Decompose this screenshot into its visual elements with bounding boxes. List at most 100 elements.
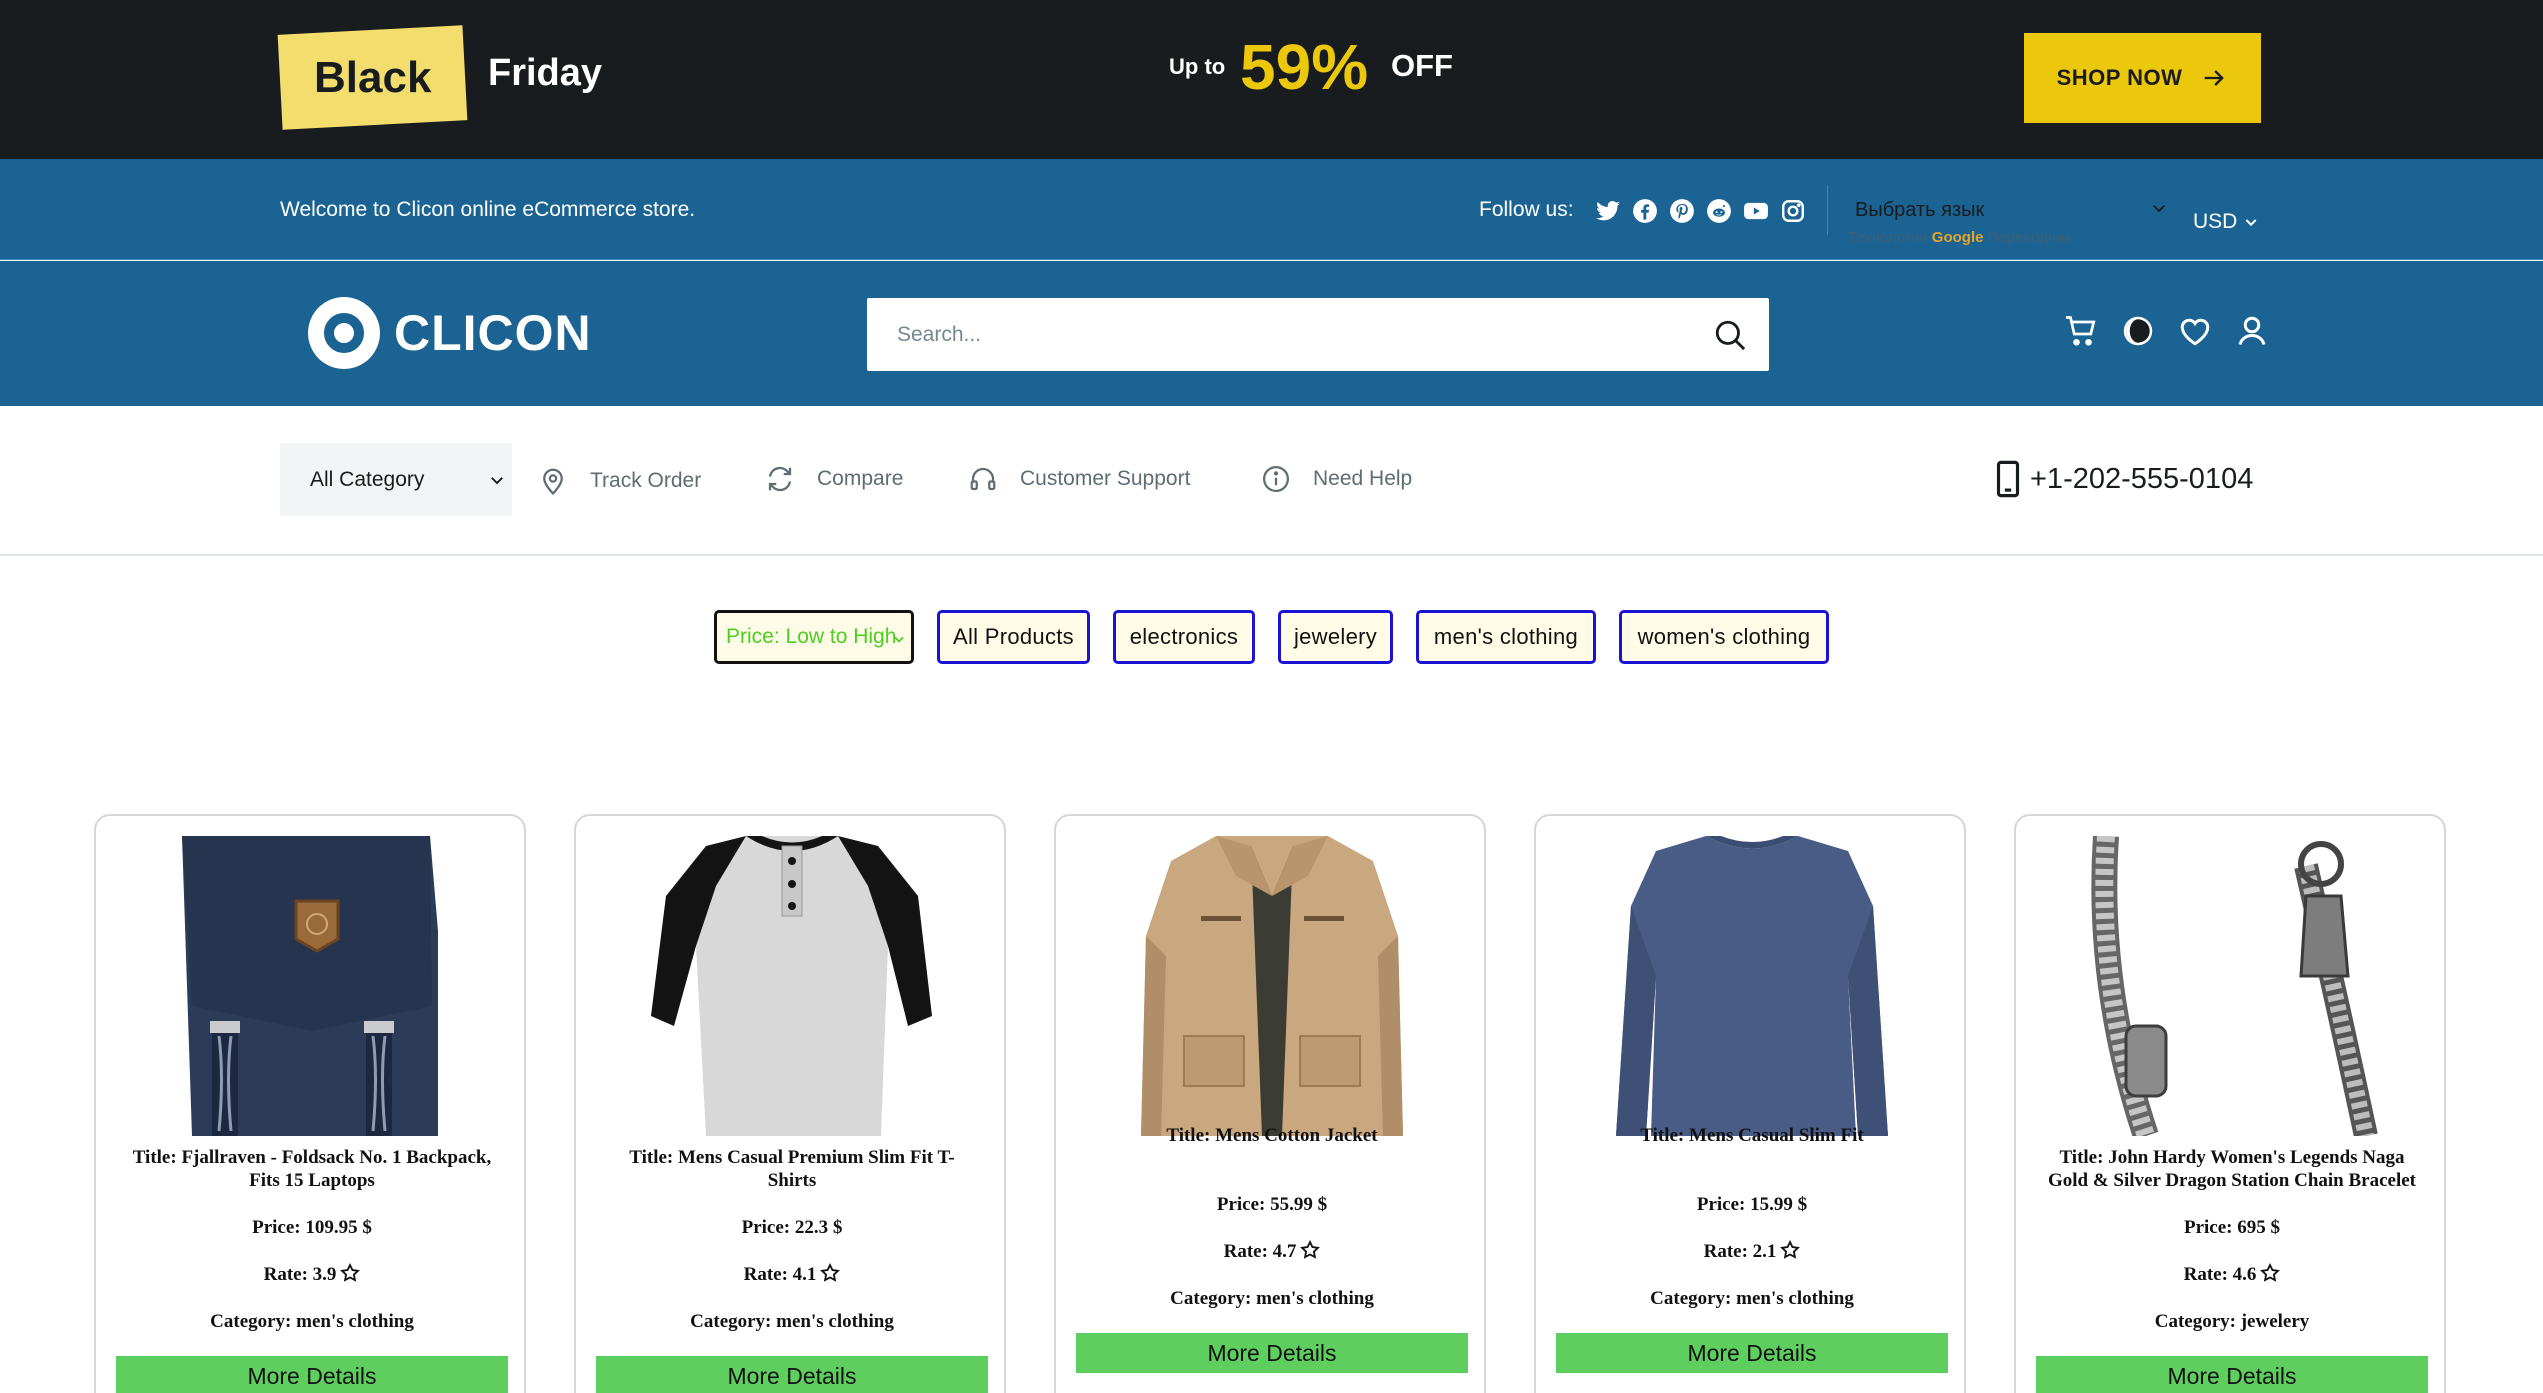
star-icon bbox=[820, 1263, 841, 1282]
filter-electronics[interactable]: electronics bbox=[1113, 610, 1255, 664]
product-card: Title: John Hardy Women's Legends Naga Go… bbox=[2014, 814, 2446, 1393]
translate-suffix: Переводчик bbox=[1987, 229, 2071, 246]
star-icon bbox=[2260, 1263, 2281, 1282]
more-details-button[interactable]: More Details bbox=[1076, 1333, 1468, 1373]
product-card: Title: Mens Casual Slim Fit Price: 15.99… bbox=[1534, 814, 1966, 1393]
main-header: CLICON bbox=[0, 261, 2543, 406]
star-icon bbox=[340, 1263, 361, 1282]
product-title: Title: Fjallraven - Foldsack No. 1 Backp… bbox=[132, 1147, 492, 1191]
nav-track-order[interactable]: Track Order bbox=[538, 466, 701, 496]
category-label: All Category bbox=[310, 467, 425, 491]
shop-now-label: SHOP NOW bbox=[2056, 65, 2183, 90]
headphones-icon bbox=[970, 467, 996, 491]
nav-need-help[interactable]: Need Help bbox=[1261, 464, 1412, 494]
product-category: Category: men's clothing bbox=[1650, 1288, 1854, 1309]
category-select[interactable]: All Category bbox=[280, 443, 512, 516]
filter-jewelery[interactable]: jewelery bbox=[1278, 610, 1393, 664]
shop-now-button[interactable]: SHOP NOW bbox=[2024, 33, 2261, 123]
info-icon bbox=[1263, 466, 1289, 492]
product-rating: Rate: 2.1 bbox=[1556, 1240, 1948, 1263]
chevron-down-icon bbox=[894, 636, 904, 643]
product-image[interactable] bbox=[1556, 832, 1948, 1136]
product-title: Title: John Hardy Women's Legends Naga Go… bbox=[2047, 1147, 2417, 1191]
customer-support-label: Customer Support bbox=[1020, 467, 1191, 490]
top-bar: Welcome to Clicon online eCommerce store… bbox=[0, 159, 2543, 260]
map-pin-icon bbox=[543, 468, 563, 496]
site-logo[interactable]: CLICON bbox=[308, 297, 592, 369]
product-image[interactable] bbox=[116, 836, 508, 1136]
more-details-button[interactable]: More Details bbox=[1556, 1333, 1948, 1373]
product-title: Title: Mens Cotton Jacket bbox=[1166, 1125, 1378, 1146]
product-rating: Rate: 4.1 bbox=[596, 1263, 988, 1286]
product-rating: Rate: 4.7 bbox=[1076, 1240, 1468, 1263]
product-title: Title: Mens Casual Premium Slim Fit T- Sh… bbox=[629, 1147, 955, 1191]
product-price: Price: 109.95 $ bbox=[252, 1217, 372, 1238]
sort-select[interactable]: Price: Low to High bbox=[714, 610, 914, 664]
search-icon[interactable] bbox=[1713, 318, 1747, 352]
black-badge-text: Black bbox=[313, 52, 432, 102]
logo-mark-icon bbox=[308, 297, 380, 369]
follow-us-label: Follow us: bbox=[1479, 198, 1574, 221]
filter-bar: Price: Low to High All Products electron… bbox=[0, 610, 2543, 664]
pinterest-icon[interactable] bbox=[1668, 197, 1696, 225]
product-category: Category: men's clothing bbox=[690, 1311, 894, 1332]
product-category: Category: men's clothing bbox=[210, 1311, 414, 1332]
chevron-down-icon bbox=[2153, 205, 2165, 213]
nav-bar: All Category Track Order Compare Custome… bbox=[0, 406, 2543, 556]
twitter-icon[interactable] bbox=[1594, 197, 1622, 225]
black-badge: Black bbox=[277, 25, 468, 130]
cart-icon[interactable] bbox=[2062, 312, 2100, 350]
filter-womens-clothing[interactable]: women's clothing bbox=[1619, 610, 1829, 664]
phone-label: +1-202-555-0104 bbox=[2030, 462, 2254, 495]
theme-toggle-icon[interactable] bbox=[2119, 312, 2157, 350]
filter-all-products[interactable]: All Products bbox=[937, 610, 1090, 664]
search-input[interactable] bbox=[867, 298, 1687, 371]
phone-number[interactable]: +1-202-555-0104 bbox=[1994, 460, 2253, 498]
topbar-divider bbox=[1827, 185, 1828, 235]
instagram-icon[interactable] bbox=[1779, 197, 1807, 225]
more-details-button[interactable]: More Details bbox=[596, 1356, 988, 1393]
page: Black Friday Up to 59% OFF SHOP NOW Welc… bbox=[0, 0, 2543, 1393]
star-icon bbox=[1300, 1240, 1321, 1259]
need-help-label: Need Help bbox=[1313, 467, 1413, 490]
product-rating: Rate: 4.6 bbox=[2036, 1263, 2428, 1286]
welcome-text: Welcome to Clicon online eCommerce store… bbox=[280, 198, 696, 221]
chevron-down-icon bbox=[491, 477, 503, 485]
chevron-down-icon bbox=[2245, 219, 2257, 227]
reddit-icon[interactable] bbox=[1705, 197, 1733, 225]
heart-icon[interactable] bbox=[2176, 312, 2214, 350]
translate-prefix: Технологии bbox=[1848, 229, 1928, 246]
language-select[interactable]: Выбрать язык bbox=[1855, 199, 1984, 222]
google-logo-text: Google bbox=[1931, 229, 1984, 246]
header-actions bbox=[2062, 312, 2271, 350]
product-category: Category: men's clothing bbox=[1170, 1288, 1374, 1309]
facebook-icon[interactable] bbox=[1631, 197, 1659, 225]
youtube-icon[interactable] bbox=[1742, 197, 1770, 225]
product-image[interactable] bbox=[596, 831, 988, 1136]
google-translate-credit[interactable]: Технологии Google Переводчик bbox=[1848, 229, 2071, 246]
currency-select[interactable]: USD bbox=[2193, 210, 2259, 234]
phone-icon bbox=[1996, 460, 2020, 498]
nav-compare[interactable]: Compare bbox=[765, 464, 903, 494]
product-card: Title: Fjallraven - Foldsack No. 1 Backp… bbox=[94, 814, 526, 1393]
search-bar bbox=[867, 298, 1769, 371]
logo-text: CLICON bbox=[394, 305, 592, 361]
product-card: Title: Mens Cotton Jacket Price: 55.99 $… bbox=[1054, 814, 1486, 1393]
more-details-button[interactable]: More Details bbox=[116, 1356, 508, 1393]
product-image[interactable] bbox=[2036, 835, 2428, 1141]
track-order-label: Track Order bbox=[590, 469, 702, 492]
product-rating: Rate: 3.9 bbox=[116, 1263, 508, 1286]
filter-mens-clothing[interactable]: men's clothing bbox=[1416, 610, 1596, 664]
product-title: Title: Mens Casual Slim Fit bbox=[1640, 1125, 1864, 1146]
off-text: OFF bbox=[1391, 48, 1453, 83]
product-image[interactable] bbox=[1076, 836, 1468, 1136]
compare-arrows-icon bbox=[768, 466, 792, 492]
social-links bbox=[1594, 197, 1807, 225]
user-icon[interactable] bbox=[2233, 312, 2271, 350]
friday-text: Friday bbox=[488, 52, 603, 94]
nav-customer-support[interactable]: Customer Support bbox=[968, 464, 1190, 494]
sort-label: Price: Low to High bbox=[726, 625, 897, 648]
currency-label: USD bbox=[2193, 210, 2238, 233]
arrow-right-icon bbox=[2205, 70, 2225, 86]
more-details-button[interactable]: More Details bbox=[2036, 1356, 2428, 1393]
